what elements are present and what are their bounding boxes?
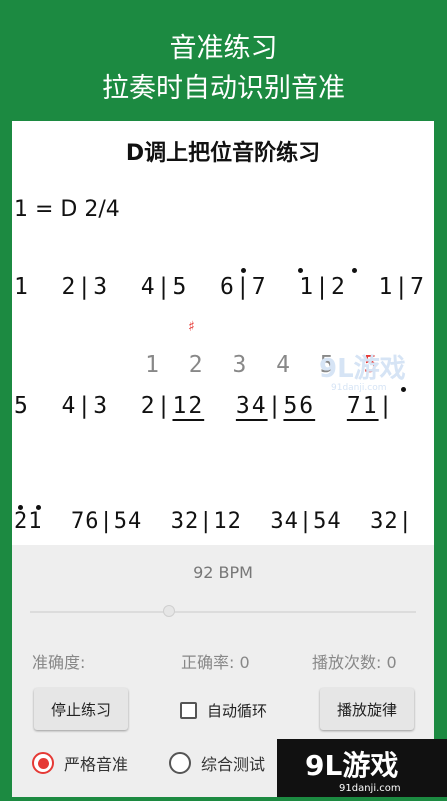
accuracy-label: 准确度: [32, 653, 86, 672]
key-signature: 1 = D 2/4 [14, 197, 120, 222]
play-count-label: 播放次数: 0 [312, 653, 397, 672]
radio-selected-icon[interactable] [32, 752, 54, 774]
notation-line-4: 21 76|54 32|12 34|54 32| [14, 509, 413, 534]
mode-general-option[interactable]: 综合测试 [169, 751, 265, 775]
octave-dot [18, 505, 23, 510]
header-title: 音准练习 [169, 33, 278, 64]
correct-rate-label: 正确率: 0 [181, 653, 250, 672]
mode-general-label: 综合测试 [201, 755, 266, 774]
notation-plain: 5 4|3 2| [14, 393, 173, 419]
svg-text:91danji.com: 91danji.com [331, 383, 386, 393]
auto-loop-toggle[interactable]: 自动循环 [180, 700, 267, 721]
auto-loop-label: 自动循环 [207, 702, 268, 720]
svg-text:9L游戏: 9L游戏 [305, 749, 398, 782]
octave-dot [352, 268, 357, 273]
sheet-title: D调上把位音阶练习 [125, 141, 321, 166]
tempo-slider[interactable] [30, 605, 416, 617]
svg-text:91danji.com: 91danji.com [339, 783, 401, 794]
radio-unselected-icon[interactable] [169, 752, 191, 774]
corner-watermark: 9L游戏 91danji.com [277, 739, 447, 797]
note-group: 12 [172, 393, 205, 419]
watermark-logo: 9L游戏 91danji.com [317, 349, 417, 397]
note-group: 56 [283, 393, 316, 419]
octave-dot [241, 268, 246, 273]
mode-strict-label: 严格音准 [64, 755, 129, 774]
notation-line-1: 1 2|3 4|5 6|7 1|2 1|7 6| [14, 274, 427, 300]
bpm-display: 92 BPM [193, 563, 253, 582]
sharp-flag-icon: ♯ [188, 319, 195, 335]
practice-panel: D调上把位音阶练习 1 = D 2/4 1 2|3 4|5 6|7 1|2 1|… [12, 121, 434, 797]
note-group: 34 [235, 393, 268, 419]
header-subtitle: 拉奏时自动识别音准 [102, 73, 345, 104]
mode-strict-option[interactable]: 严格音准 [32, 751, 128, 775]
stop-practice-button[interactable]: 停止练习 [34, 688, 128, 730]
auto-loop-checkbox[interactable] [180, 702, 197, 719]
svg-text:9L游戏: 9L游戏 [319, 354, 406, 384]
play-melody-button[interactable]: 播放旋律 [320, 688, 414, 730]
octave-dot [298, 268, 303, 273]
tempo-slider-thumb[interactable] [162, 605, 175, 617]
sheet-music: D调上把位音阶练习 1 = D 2/4 1 2|3 4|5 6|7 1|2 1|… [12, 121, 434, 545]
octave-dot [36, 505, 41, 510]
